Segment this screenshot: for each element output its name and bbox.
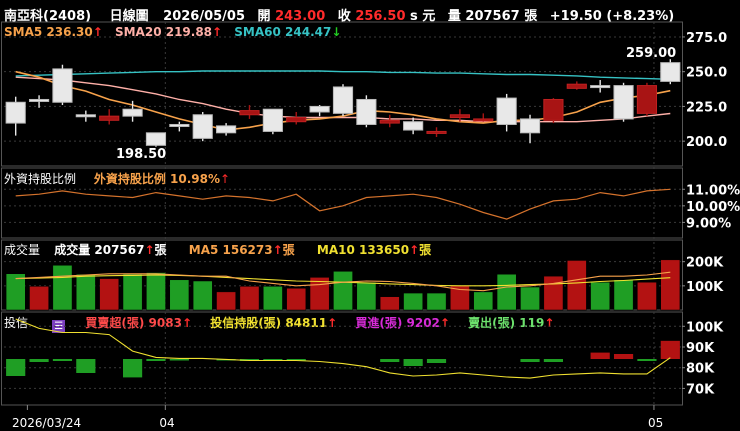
candle-body [332,86,354,114]
trust-tick-label: 90K [686,341,715,356]
trust-net-bar [6,359,26,376]
candle-body [286,117,307,123]
candle-body [28,98,50,102]
trust-net-bar [380,359,400,362]
volume-bar [566,260,587,311]
trust-net-bar [76,359,96,373]
volume-bar [99,278,120,311]
trust-tick-label: 80K [686,362,715,377]
candle-body [5,101,26,124]
foreign-panel-frame [1,167,683,239]
candle-body [636,85,658,114]
candle-body [613,85,634,120]
trust-tick-label: 70K [686,382,715,397]
candle-body [449,114,470,119]
candle-body [473,118,494,122]
candle-body [519,118,541,134]
trust-net-bar [543,359,563,362]
volume-bar [333,271,353,311]
candle-body [543,98,564,121]
candle-body [379,119,400,124]
candle-body [356,98,377,125]
trust-net-bar [403,359,423,366]
candle-body [403,121,424,131]
volume-bar [239,286,260,311]
candle-body [52,68,73,103]
volume-bar [613,279,634,311]
candle-body [145,132,167,146]
trust-net-bar [29,359,49,362]
trust-net-bar [146,359,166,361]
candle-body [169,123,190,127]
volume-bar [379,296,400,311]
volume-bar [29,286,49,311]
volume-bar [543,275,564,311]
volume-bar [660,259,681,311]
trust-net-bar [637,359,657,361]
trust-net-bar [660,340,680,359]
trust-holdings-line [15,318,671,379]
volume-bar [426,292,447,311]
volume-bar [473,291,494,311]
candle-body [590,85,611,89]
candle-body [566,83,587,89]
trust-net-bar [520,359,540,362]
trust-net-bar [52,359,73,361]
price-tick-label: 225.0 [686,100,727,115]
volume-bar [52,265,73,311]
volume-bar [216,291,236,311]
candle-body [309,105,330,113]
volume-bar [5,273,26,311]
foreign-holding-line [15,188,671,220]
candle-body [239,110,260,116]
x-tick-label: 05 [648,416,663,430]
volume-bar [496,273,517,311]
candle-body [660,62,681,82]
trust-net-bar [613,354,634,359]
volume-bar [286,288,307,311]
volume-tick-label: 200K [686,256,724,271]
candle-body [216,125,237,134]
foreign-tick-label: 11.00% [686,183,740,198]
low-annotation: 198.50 [116,147,166,162]
volume-bar [122,273,143,311]
volume-bar [169,279,190,311]
volume-tick-label: 100K [686,280,724,295]
volume-bar [356,281,377,311]
foreign-tick-label: 9.00% [686,216,731,231]
price-tick-label: 250.0 [686,66,727,81]
candle-body [99,115,120,121]
trust-tick-label: 100K [686,320,724,335]
volume-bar [590,281,611,311]
foreign-tick-label: 10.00% [686,200,740,215]
candle-body [426,130,447,134]
trust-net-bar [123,359,143,378]
trust-net-bar [590,352,610,359]
x-tick-label: 04 [159,416,174,430]
trust-net-bar [426,359,447,363]
volume-bar [75,273,96,311]
sma60-line [15,70,671,80]
stock-chart[interactable]: 200.0 225.0 250.0 275.0 9.00%10.00% 11.00% 1… [0,0,740,431]
trust-net-bar [169,359,189,361]
candle-body [75,114,96,118]
volume-bar [637,281,657,311]
volume-bar [146,272,166,311]
candle-body [262,108,283,132]
x-tick-label: 2026/03/24 [12,416,81,430]
volume-bar [520,286,540,311]
volume-bar [263,286,283,311]
high-annotation: 259.00 [626,46,676,61]
price-tick-label: 200.0 [686,135,727,150]
candle-body [192,114,213,139]
volume-bar [403,292,423,311]
volume-bar [192,280,213,311]
candle-body [496,97,517,125]
volume-bar [309,277,330,311]
price-tick-label: 275.0 [686,31,727,46]
candle-body [122,108,143,117]
